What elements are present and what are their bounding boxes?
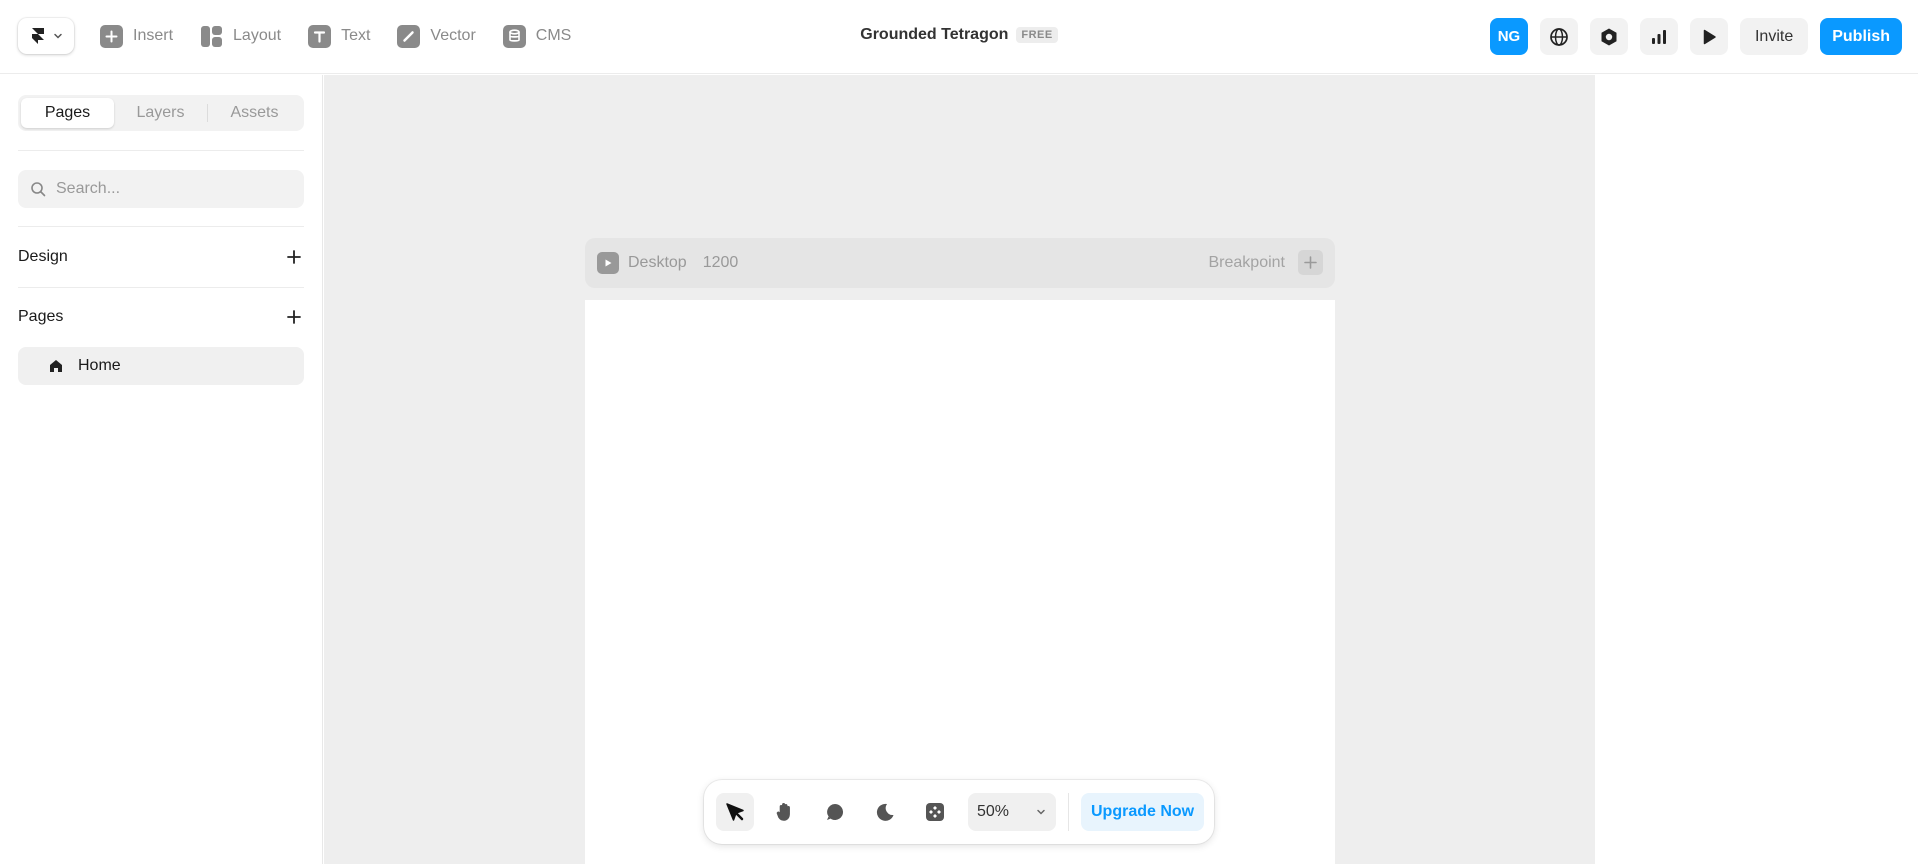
bottom-toolbar: 50% Upgrade Now — [704, 780, 1214, 844]
play-icon — [1703, 29, 1716, 44]
breakpoint-width: 1200 — [702, 254, 739, 271]
cms-label: CMS — [535, 27, 572, 44]
pen-icon — [397, 24, 421, 48]
cms-tool[interactable]: CMS — [502, 22, 572, 50]
tab-assets[interactable]: Assets — [208, 98, 301, 128]
breakpoint-header[interactable]: Desktop 1200 Breakpoint — [585, 238, 1335, 288]
project-title[interactable]: Grounded Tetragon FREE — [860, 26, 1058, 44]
plus-icon — [287, 310, 301, 324]
hand-tool-button[interactable] — [766, 793, 804, 831]
select-tool-button[interactable] — [716, 793, 754, 831]
chevron-down-icon — [54, 33, 62, 39]
publish-button[interactable]: Publish — [1820, 18, 1902, 55]
section-design: Design — [18, 245, 304, 269]
design-canvas[interactable]: Desktop 1200 Breakpoint — [324, 75, 1595, 864]
plan-badge: FREE — [1016, 27, 1058, 43]
dark-mode-button[interactable] — [866, 793, 904, 831]
add-page-button[interactable] — [284, 307, 304, 327]
text-label: Text — [341, 27, 371, 44]
upgrade-button[interactable]: Upgrade Now — [1081, 793, 1205, 831]
moon-icon — [876, 803, 894, 821]
layout-tool[interactable]: Layout — [200, 22, 281, 50]
preview-breakpoint-button[interactable] — [597, 252, 619, 274]
toolbar-divider — [1068, 793, 1069, 831]
home-icon — [50, 360, 62, 372]
globe-icon — [1550, 27, 1568, 46]
layout-icon — [200, 25, 223, 48]
divider — [18, 150, 304, 151]
project-name: Grounded Tetragon — [860, 26, 1009, 43]
page-item-label: Home — [78, 357, 121, 374]
search-input[interactable] — [56, 180, 286, 198]
header-actions: NG Invite Publish — [1489, 18, 1902, 55]
plus-icon — [1304, 256, 1317, 269]
user-avatar[interactable]: NG — [1489, 18, 1528, 55]
search-box — [18, 170, 304, 208]
vector-tool[interactable]: Vector — [397, 22, 476, 50]
settings-hexagon-icon — [1601, 28, 1617, 45]
left-sidebar: Pages Layers Assets Design Pages Home — [0, 75, 323, 864]
insert-label: Insert — [133, 27, 174, 44]
analytics-button[interactable] — [1639, 18, 1678, 55]
properties-panel — [1595, 75, 1918, 864]
text-icon — [308, 24, 332, 48]
section-title-pages: Pages — [18, 308, 64, 325]
comment-icon — [827, 803, 844, 820]
hand-icon — [776, 803, 790, 821]
vector-label: Vector — [430, 27, 476, 44]
top-bar: Insert Layout Text Vector CMS Grounded T… — [0, 0, 1918, 74]
zoom-value: 50% — [977, 803, 1010, 820]
search-icon — [31, 182, 46, 197]
site-settings-button[interactable] — [1539, 18, 1578, 55]
page-item-home[interactable]: Home — [18, 347, 304, 385]
chevron-down-icon — [1037, 809, 1045, 815]
breakpoint-label[interactable]: Breakpoint — [1209, 254, 1286, 272]
section-title-design: Design — [18, 248, 68, 265]
sidebar-tabs: Pages Layers Assets — [18, 95, 304, 131]
analytics-icon — [1651, 29, 1666, 44]
add-design-button[interactable] — [284, 247, 304, 267]
invite-button[interactable]: Invite — [1739, 18, 1809, 55]
plus-square-icon — [100, 24, 123, 48]
play-icon — [605, 259, 612, 267]
preview-button[interactable] — [1689, 18, 1728, 55]
zoom-select[interactable]: 50% — [968, 793, 1056, 831]
tab-layers[interactable]: Layers — [114, 98, 207, 128]
framer-logo-icon — [32, 28, 44, 44]
breakpoint-name: Desktop — [628, 254, 687, 271]
database-icon — [502, 24, 526, 48]
section-pages: Pages — [18, 305, 304, 329]
layout-label: Layout — [233, 27, 282, 44]
divider — [18, 287, 304, 288]
project-settings-button[interactable] — [1589, 18, 1628, 55]
insert-toolbar: Insert Layout Text Vector CMS — [100, 22, 598, 50]
cursor-icon — [726, 803, 744, 821]
components-icon — [926, 803, 944, 821]
insert-tool[interactable]: Insert — [100, 22, 173, 50]
components-tool-button[interactable] — [916, 793, 954, 831]
tab-pages[interactable]: Pages — [21, 98, 114, 128]
plus-icon — [287, 250, 301, 264]
app-menu-button[interactable] — [18, 18, 74, 54]
text-tool[interactable]: Text — [308, 22, 370, 50]
divider — [18, 226, 304, 227]
add-breakpoint-button[interactable] — [1298, 250, 1323, 275]
comment-tool-button[interactable] — [816, 793, 854, 831]
